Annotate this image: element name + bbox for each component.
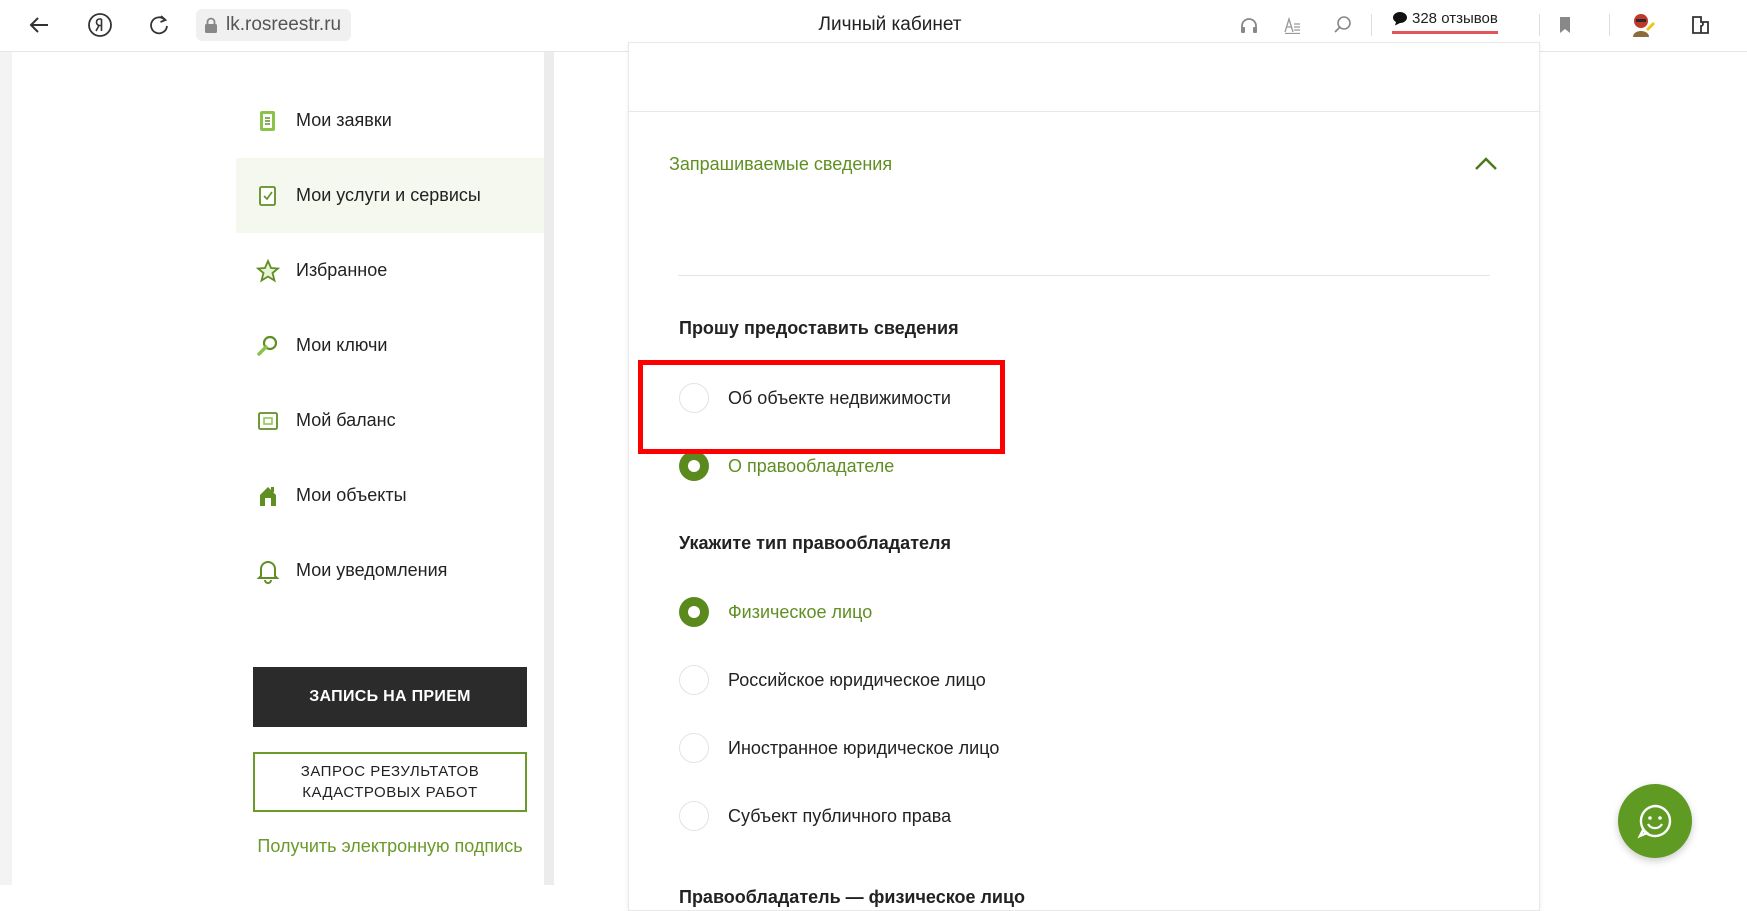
radio-individual[interactable]: Физическое лицо: [679, 596, 872, 628]
radio-public-law-entity[interactable]: Субъект публичного права: [679, 800, 951, 832]
headphones-icon[interactable]: [1234, 10, 1264, 40]
radio-label: Об объекте недвижимости: [728, 387, 951, 408]
sidebar-item-label: Мои заявки: [296, 110, 392, 130]
sidebar-item-label: Мои объекты: [296, 485, 407, 505]
previous-card: [628, 42, 1540, 114]
sidebar-item-notifications[interactable]: Мои уведомления: [236, 533, 544, 608]
radio-about-rightholder[interactable]: О правообладателе: [679, 450, 894, 482]
sidebar-item-objects[interactable]: Мои объекты: [236, 458, 544, 533]
sidebar-divider: [544, 52, 554, 885]
wallet-icon: [256, 409, 280, 433]
sidebar-item-label: Мои ключи: [296, 335, 388, 355]
radio-circle[interactable]: [679, 665, 709, 695]
radio-about-property[interactable]: Об объекте недвижимости: [679, 382, 951, 414]
profile-icon[interactable]: [1627, 10, 1657, 40]
house-icon: [256, 484, 280, 508]
lock-icon: [205, 17, 217, 33]
sidebar-item-services[interactable]: Мои услуги и сервисы: [236, 158, 544, 233]
star-icon: [256, 258, 280, 283]
extensions-icon[interactable]: [1686, 10, 1716, 40]
cadastral-request-button[interactable]: ЗАПРОС РЕЗУЛЬТАТОВ КАДАСТРОВЫХ РАБОТ: [253, 752, 527, 812]
next-section-title: Правообладатель — физическое лицо: [679, 887, 1026, 907]
radio-circle[interactable]: [679, 383, 709, 413]
sidebar-item-label: Избранное: [296, 260, 388, 280]
url-text: lk.rosreestr.ru: [226, 14, 342, 35]
chat-button[interactable]: [1618, 784, 1692, 858]
bookmark-icon[interactable]: [1550, 10, 1580, 40]
speech-bubble-icon: [1393, 12, 1407, 26]
sidebar-item-keys[interactable]: Мои ключи: [236, 308, 544, 383]
radio-circle[interactable]: [679, 733, 709, 763]
chevron-up-icon[interactable]: [1471, 150, 1501, 176]
radio-circle[interactable]: [679, 597, 709, 627]
yandex-icon[interactable]: [85, 10, 115, 40]
radio-label: Российское юридическое лицо: [728, 669, 986, 690]
radio-circle[interactable]: [679, 801, 709, 831]
radio-russian-legal-entity[interactable]: Российское юридическое лицо: [679, 664, 986, 696]
reviews-count: 328 отзывов: [1412, 10, 1498, 27]
services-icon: [256, 184, 280, 208]
radio-circle[interactable]: [679, 451, 709, 481]
radio-label: О правообладателе: [728, 455, 895, 476]
sidebar-item-favorites[interactable]: Избранное: [236, 233, 544, 308]
page-title: Личный кабинет: [818, 14, 962, 35]
applications-icon: [256, 109, 280, 133]
sidebar-item-label: Мои уведомления: [296, 560, 448, 580]
sidebar: Мои заявки Мои услуги и сервисы Избранно…: [236, 52, 544, 885]
radio-foreign-legal-entity[interactable]: Иностранное юридическое лицо: [679, 732, 999, 764]
divider: [678, 275, 1490, 276]
chat-icon: [1637, 804, 1672, 839]
radio-label: Субъект публичного права: [728, 805, 952, 826]
back-icon[interactable]: [24, 10, 54, 40]
page-content: Мои заявки Мои услуги и сервисы Избранно…: [0, 42, 1747, 911]
search-icon[interactable]: [1328, 10, 1358, 40]
sidebar-item-label: Мои услуги и сервисы: [296, 185, 481, 205]
requested-info-card: Запрашиваемые сведения Прошу предоставит…: [628, 111, 1540, 911]
holder-type-title: Укажите тип правообладателя: [679, 533, 951, 553]
radio-label: Физическое лицо: [728, 601, 873, 622]
reviews-badge[interactable]: 328 отзывов: [1392, 10, 1498, 34]
reload-icon[interactable]: [144, 10, 174, 40]
address-bar[interactable]: lk.rosreestr.ru: [196, 9, 352, 41]
radio-label: Иностранное юридическое лицо: [728, 737, 1000, 758]
sidebar-item-balance[interactable]: Мой баланс: [236, 383, 544, 458]
reader-icon[interactable]: [1277, 10, 1307, 40]
get-signature-link[interactable]: Получить электронную подпись: [253, 834, 527, 859]
left-gutter: [0, 52, 12, 885]
sidebar-item-label: Мой баланс: [296, 410, 396, 430]
card-header[interactable]: Запрашиваемые сведения: [669, 154, 892, 175]
appointment-button[interactable]: ЗАПИСЬ НА ПРИЕМ: [253, 667, 527, 727]
request-section-title: Прошу предоставить сведения: [679, 318, 959, 338]
key-icon: [256, 334, 280, 358]
bell-icon: [256, 559, 280, 584]
sidebar-item-applications[interactable]: Мои заявки: [236, 83, 544, 158]
